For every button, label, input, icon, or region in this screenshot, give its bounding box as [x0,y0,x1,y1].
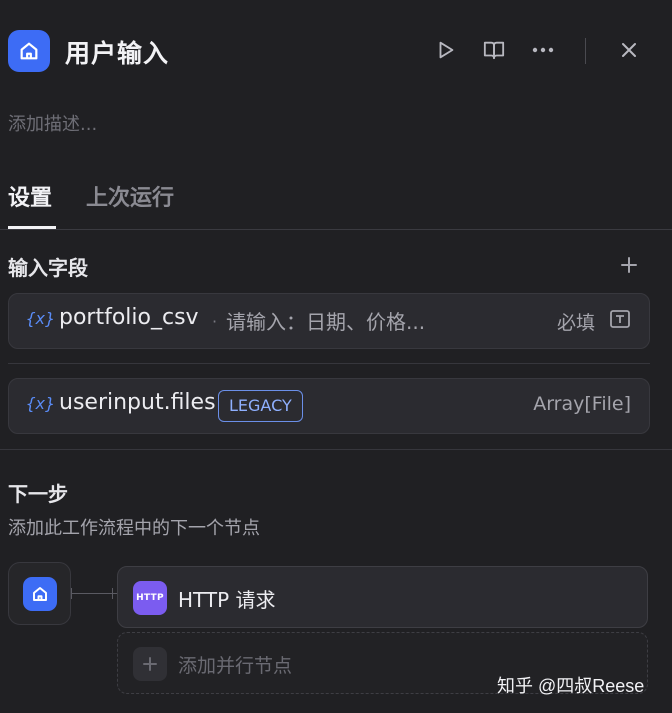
section-divider [0,449,672,450]
add-field-button[interactable] [616,252,642,278]
tab-settings[interactable]: 设置 [8,180,52,212]
variable-icon: {x} [26,309,55,328]
watermark: 知乎 @四叔Reese [497,676,645,696]
home-icon [8,30,50,72]
input-field-userinput-files[interactable]: {x} userinput.files LEGACY Array[File] [8,378,650,434]
field-divider [8,363,650,364]
next-node-label: HTTP 请求 [178,588,276,612]
next-step-description: 添加此工作流程中的下一个节点 [8,518,260,539]
field-meta: Array[File] [533,393,631,415]
play-icon[interactable] [432,36,460,64]
more-icon[interactable] [529,36,557,64]
connector-tick [71,588,72,599]
book-icon[interactable] [480,36,508,64]
active-tab-indicator [8,226,56,229]
legacy-badge: LEGACY [218,390,303,422]
flow-connector [71,593,117,594]
text-field-icon [609,309,631,334]
field-name: userinput.files [59,390,216,415]
current-node [8,562,71,625]
next-step-title: 下一步 [8,482,68,506]
field-meta: 必填 [557,308,631,335]
plus-icon [133,647,167,681]
connector-tick [112,588,113,599]
next-node-http-request[interactable]: HTTP HTTP 请求 [117,566,648,628]
tab-last-run[interactable]: 上次运行 [86,180,174,212]
field-hint: 请输入：日期、价格... [226,310,426,334]
input-field-portfolio-csv[interactable]: {x} portfolio_csv · 请输入：日期、价格... 必填 [8,293,650,349]
input-fields-title: 输入字段 [8,256,88,280]
home-icon [22,576,57,611]
required-label: 必填 [556,312,595,334]
field-name: portfolio_csv [59,305,199,330]
field-separator: · [212,312,218,331]
add-parallel-label: 添加并行节点 [178,655,293,677]
panel-header: 用户输入 [0,0,672,100]
variable-icon: {x} [26,394,55,413]
http-icon: HTTP [133,581,167,615]
description-input[interactable]: 添加描述... [8,110,97,136]
close-icon[interactable] [615,36,643,64]
node-title[interactable]: 用户输入 [65,34,169,70]
tab-bar: 设置 上次运行 [0,176,672,230]
header-divider [585,38,586,64]
field-type-label: Array[File] [533,393,631,415]
